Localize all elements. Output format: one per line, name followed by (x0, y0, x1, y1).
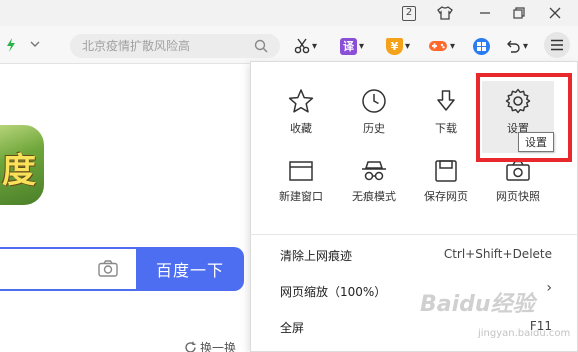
menu-item-label: 收藏 (290, 122, 312, 135)
search-icon[interactable] (254, 39, 268, 53)
close-icon (549, 7, 561, 19)
shortcut-label: Ctrl+Shift+Delete (443, 247, 552, 261)
menu-item-new-window[interactable]: 新建窗口 (265, 160, 337, 220)
menu-item-label: 网页快照 (496, 190, 540, 203)
web-page-content: 度 百度一下 换一换 (0, 65, 250, 352)
new-window-icon (289, 161, 313, 181)
star-icon (288, 89, 314, 113)
menu-item-label: 清除上网痕迹 (280, 249, 353, 263)
menu-item-label: 新建窗口 (279, 190, 323, 203)
baidu-doodle-logo[interactable]: 度 (0, 125, 44, 205)
menu-item-label: 网页缩放（100%） (280, 285, 387, 299)
chevron-right-icon: › (546, 280, 552, 296)
dropdown-caret-icon: ▾ (523, 40, 529, 52)
menu-item-history[interactable]: 历史 (338, 88, 410, 148)
minimize-icon (480, 12, 490, 14)
menu-item-label: 保存网页 (424, 190, 468, 203)
dropdown-caret-icon: ▾ (359, 40, 365, 52)
coupon-icon: ¥ (386, 37, 403, 55)
menu-item-label: 全屏 (280, 321, 305, 335)
close-button[interactable] (546, 4, 564, 22)
dropdown-caret-icon: ▾ (405, 40, 411, 52)
menu-item-label: 无痕模式 (352, 190, 396, 203)
menu-item-downloads[interactable]: 下载 (410, 88, 482, 148)
tab-count: 2 (402, 5, 416, 21)
menu-item-save-page[interactable]: 保存网页 (410, 160, 482, 220)
minimize-button[interactable] (476, 4, 494, 22)
restore-icon (513, 7, 525, 19)
coupon-button[interactable]: ¥ ▾ (386, 36, 410, 56)
search-box[interactable] (70, 34, 280, 58)
undo-close-button[interactable]: ▾ (505, 36, 528, 56)
menu-item-page-snapshot[interactable]: 网页快照 (482, 160, 554, 220)
refresh-hot-list-button[interactable]: 换一换 (184, 339, 236, 352)
tshirt-icon (437, 6, 453, 20)
restore-button[interactable] (510, 4, 528, 22)
speed-mode-dropdown[interactable] (30, 38, 40, 51)
translate-button[interactable]: 译 ▾ (340, 36, 364, 56)
title-bar: 2 (0, 0, 578, 26)
scissors-icon (294, 38, 310, 54)
lightning-icon (7, 38, 15, 52)
apps-button[interactable] (473, 36, 490, 56)
camera-search-icon[interactable] (98, 260, 118, 277)
download-icon (437, 90, 455, 111)
chevron-down-icon (30, 41, 40, 47)
menu-item-label: 历史 (363, 122, 385, 135)
baidu-search-button[interactable]: 百度一下 (136, 247, 244, 291)
dropdown-caret-icon: ▾ (312, 40, 318, 52)
menu-item-clear-history[interactable]: 清除上网痕迹 Ctrl+Shift+Delete (280, 247, 560, 267)
tab-count-button[interactable]: 2 (400, 4, 418, 22)
menu-item-favorites[interactable]: 收藏 (265, 88, 337, 148)
main-menu-button[interactable] (544, 32, 570, 58)
refresh-icon (185, 341, 196, 352)
logo-text: 度 (2, 151, 36, 191)
baidu-jingyan-watermark: Baidu经验 (420, 292, 535, 317)
menu-divider (250, 234, 578, 235)
incognito-icon (362, 161, 386, 181)
apps-grid-icon (473, 37, 490, 55)
watermark-url: jingyan.baidu.com (478, 328, 571, 339)
game-button[interactable]: ▾ (428, 36, 455, 56)
dropdown-caret-icon: ▾ (450, 40, 456, 52)
search-input[interactable] (82, 37, 252, 55)
settings-tooltip: 设置 (518, 132, 554, 152)
camera-icon (506, 160, 530, 181)
gamepad-icon (429, 41, 447, 51)
refresh-label: 换一换 (200, 341, 237, 352)
toolbar: ▾ 译 ▾ ¥ ▾ ▾ ▾ (0, 26, 578, 64)
translate-icon: 译 (340, 37, 357, 55)
save-icon (435, 160, 457, 182)
menu-item-label: 下载 (435, 122, 457, 135)
menu-item-incognito[interactable]: 无痕模式 (338, 160, 410, 220)
skin-button[interactable] (436, 4, 454, 22)
undo-icon (507, 40, 520, 53)
hamburger-menu-icon (551, 39, 563, 51)
screenshot-button[interactable]: ▾ (294, 36, 317, 56)
clock-icon (362, 89, 386, 113)
speed-mode-button[interactable] (6, 38, 16, 56)
